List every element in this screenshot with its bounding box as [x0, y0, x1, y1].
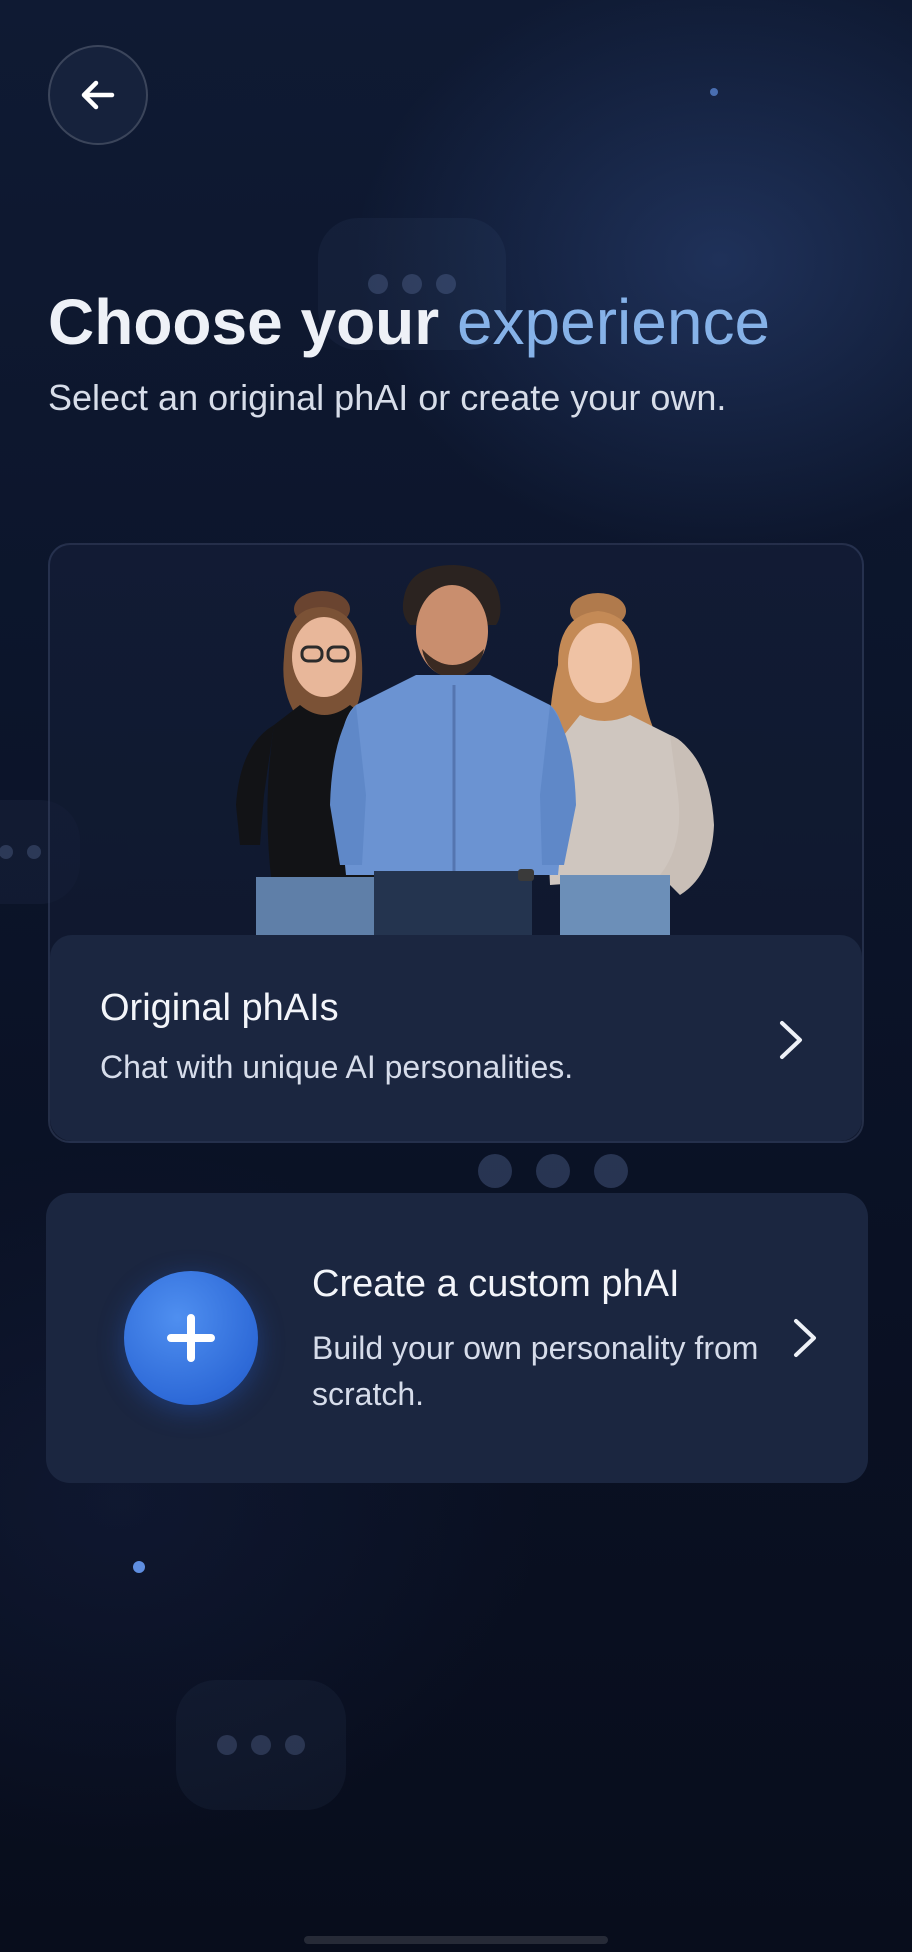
pager-dot[interactable]	[478, 1154, 512, 1188]
person-right	[548, 593, 714, 937]
bubble-dot	[217, 1735, 237, 1755]
page-title: Choose your experience	[48, 282, 770, 362]
pager-dots	[478, 1154, 628, 1188]
pager-dot[interactable]	[594, 1154, 628, 1188]
original-phais-card[interactable]: Original phAIs Chat with unique AI perso…	[48, 543, 864, 1143]
back-button[interactable]	[48, 45, 148, 145]
background-star	[133, 1561, 145, 1573]
custom-card-title: Create a custom phAI	[312, 1263, 680, 1305]
background-star	[710, 88, 718, 96]
chevron-right-icon	[794, 1319, 816, 1357]
custom-card-description: Build your own personality from scratch.	[312, 1330, 759, 1412]
create-custom-phai-card[interactable]: Create a custom phAI Build your own pers…	[46, 1193, 868, 1483]
chevron-right-icon	[780, 1021, 802, 1059]
title-prefix: Choose your	[48, 286, 440, 358]
hero-group-photo	[236, 565, 714, 937]
background-chat-bubble	[176, 1680, 346, 1810]
bubble-dot	[0, 845, 13, 859]
arrow-left-icon	[81, 80, 115, 110]
original-card-info: Original phAIs Chat with unique AI perso…	[50, 935, 862, 1141]
original-card-title: Original phAIs	[100, 987, 339, 1029]
pager-dot[interactable]	[536, 1154, 570, 1188]
home-indicator[interactable]	[304, 1936, 608, 1944]
plus-icon	[167, 1314, 215, 1362]
plus-button[interactable]	[124, 1271, 258, 1405]
page-subtitle: Select an original phAI or create your o…	[48, 377, 727, 418]
original-card-description: Chat with unique AI personalities.	[100, 1049, 574, 1085]
bubble-dot	[27, 845, 41, 859]
bubble-dot	[251, 1735, 271, 1755]
title-accent: experience	[456, 286, 771, 358]
bubble-dot	[285, 1735, 305, 1755]
